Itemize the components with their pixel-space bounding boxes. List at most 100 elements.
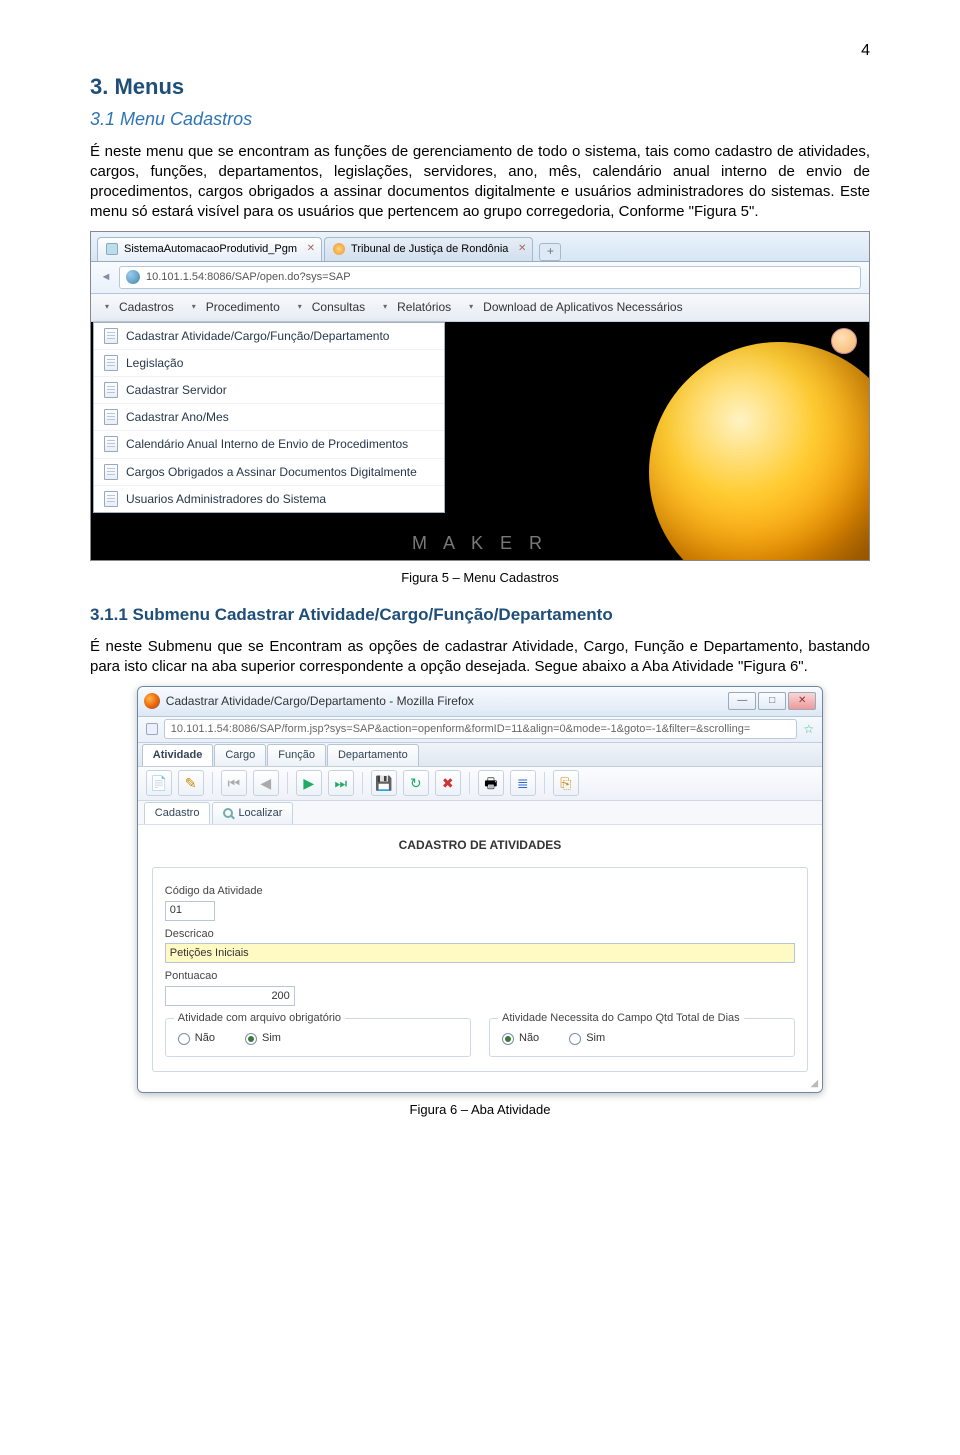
menu-download[interactable]: Download de Aplicativos Necessários <box>465 299 696 315</box>
dropdown-label: Calendário Anual Interno de Envio de Pro… <box>126 436 408 452</box>
toolbar-prev-icon[interactable]: ◀ <box>253 770 279 796</box>
globe-icon <box>126 270 140 284</box>
app-menubar: Cadastros Procedimento Consultas Relatór… <box>91 294 869 322</box>
dropdown-label: Cargos Obrigados a Assinar Documentos Di… <box>126 464 417 480</box>
app-stage: Cadastrar Atividade/Cargo/Função/Departa… <box>91 322 869 560</box>
radio-label: Não <box>519 1031 539 1046</box>
browser-tab-active[interactable]: SistemaAutomacaoProdutivid_Pgm ✕ <box>97 237 322 261</box>
maximize-button[interactable]: □ <box>758 692 786 710</box>
heading-submenu: 3.1.1 Submenu Cadastrar Atividade/Cargo/… <box>90 604 870 627</box>
toolbar-new-icon[interactable]: 📄 <box>146 770 172 796</box>
toolbar-exit-icon[interactable]: ⎘ <box>553 770 579 796</box>
dropdown-item[interactable]: Cadastrar Atividade/Cargo/Função/Departa… <box>94 323 444 350</box>
document-icon <box>104 409 118 425</box>
document-icon <box>104 382 118 398</box>
toolbar-separator <box>287 772 288 794</box>
input-descricao[interactable]: Petições Iniciais <box>165 943 795 963</box>
user-avatar-icon[interactable] <box>831 328 857 354</box>
radio-nao[interactable]: Não <box>178 1031 215 1046</box>
toolbar-separator <box>469 772 470 794</box>
toolbar-edit-icon[interactable]: ✎ <box>178 770 204 796</box>
input-pontuacao[interactable]: 200 <box>165 986 295 1006</box>
toolbar-separator <box>212 772 213 794</box>
label-pontuacao: Pontuacao <box>165 969 795 984</box>
radio-icon <box>502 1033 514 1045</box>
dropdown-item[interactable]: Cadastrar Servidor <box>94 377 444 404</box>
tab-title: SistemaAutomacaoProdutivid_Pgm <box>124 242 297 257</box>
close-icon[interactable]: ✕ <box>307 242 315 256</box>
group-legend: Atividade com arquivo obrigatório <box>174 1011 345 1026</box>
dropdown-label: Cadastrar Ano/Mes <box>126 409 229 425</box>
tab-favicon <box>333 243 345 255</box>
minimize-button[interactable]: — <box>728 692 756 710</box>
dropdown-item[interactable]: Calendário Anual Interno de Envio de Pro… <box>94 431 444 458</box>
radio-sim[interactable]: Sim <box>245 1031 281 1046</box>
watermark-text: M A K E R <box>412 531 548 555</box>
dropdown-item[interactable]: Cadastrar Ano/Mes <box>94 404 444 431</box>
menu-cadastros[interactable]: Cadastros <box>101 299 188 315</box>
radio-label: Sim <box>262 1031 281 1046</box>
form-fieldset: Código da Atividade 01 Descricao Petiçõe… <box>152 867 808 1072</box>
toolbar-refresh-icon[interactable]: ↻ <box>403 770 429 796</box>
tab-cargo[interactable]: Cargo <box>214 744 266 766</box>
document-icon <box>104 328 118 344</box>
page-number: 4 <box>90 40 870 62</box>
url-text: 10.101.1.54:8086/SAP/form.jsp?sys=SAP&ac… <box>171 722 750 737</box>
menu-consultas[interactable]: Consultas <box>294 299 379 315</box>
form-toolbar: 📄 ✎ ⏮ ◀ ▶ ⏭ 💾 ↻ ✖ 🖶 ≣ ⎘ <box>138 767 822 801</box>
dropdown-item[interactable]: Usuarios Administradores do Sistema <box>94 486 444 512</box>
toolbar-last-icon[interactable]: ⏭ <box>328 770 354 796</box>
subtab-cadastro[interactable]: Cadastro <box>144 802 211 824</box>
group-arquivo-obrigatorio: Atividade com arquivo obrigatório Não Si… <box>165 1018 471 1057</box>
menu-procedimento[interactable]: Procedimento <box>188 299 294 315</box>
radio-nao[interactable]: Não <box>502 1031 539 1046</box>
toolbar-first-icon[interactable]: ⏮ <box>221 770 247 796</box>
url-field[interactable]: 10.101.1.54:8086/SAP/open.do?sys=SAP <box>119 266 861 289</box>
tab-atividade[interactable]: Atividade <box>142 744 214 766</box>
url-text: 10.101.1.54:8086/SAP/open.do?sys=SAP <box>146 270 351 285</box>
close-icon[interactable]: ✕ <box>518 242 526 256</box>
dropdown-label: Usuarios Administradores do Sistema <box>126 491 326 507</box>
dropdown-label: Cadastrar Atividade/Cargo/Função/Departa… <box>126 328 389 344</box>
toolbar-print-icon[interactable]: 🖶 <box>478 770 504 796</box>
tab-funcao[interactable]: Função <box>267 744 326 766</box>
firefox-icon <box>144 693 160 709</box>
paragraph-2: É neste Submenu que se Encontram as opçõ… <box>90 637 870 678</box>
popup-url-field[interactable]: 10.101.1.54:8086/SAP/form.jsp?sys=SAP&ac… <box>164 719 798 740</box>
toolbar-next-icon[interactable]: ▶ <box>296 770 322 796</box>
input-codigo[interactable]: 01 <box>165 901 215 921</box>
new-tab-button[interactable]: + <box>539 243 561 261</box>
heading-menus: 3. Menus <box>90 72 870 102</box>
radio-icon <box>245 1033 257 1045</box>
subtab-label: Localizar <box>238 806 282 821</box>
group-legend: Atividade Necessita do Campo Qtd Total d… <box>498 1011 744 1026</box>
radio-label: Não <box>195 1031 215 1046</box>
radio-icon <box>569 1033 581 1045</box>
figure-6-caption: Figura 6 – Aba Atividade <box>90 1101 870 1119</box>
popup-address-bar: 10.101.1.54:8086/SAP/form.jsp?sys=SAP&ac… <box>138 717 822 743</box>
toolbar-separator <box>362 772 363 794</box>
back-icon[interactable]: ◄ <box>99 270 113 284</box>
resize-grip-icon[interactable]: ◢ <box>810 1077 818 1091</box>
menu-relatorios[interactable]: Relatórios <box>379 299 465 315</box>
document-icon <box>104 355 118 371</box>
toolbar-save-icon[interactable]: 💾 <box>371 770 397 796</box>
dropdown-item[interactable]: Legislação <box>94 350 444 377</box>
browser-tab-inactive[interactable]: Tribunal de Justiça de Rondônia ✕ <box>324 237 533 261</box>
subtab-localizar[interactable]: Localizar <box>212 802 293 824</box>
cadastros-dropdown: Cadastrar Atividade/Cargo/Função/Departa… <box>93 322 445 513</box>
toolbar-delete-icon[interactable]: ✖ <box>435 770 461 796</box>
tab-departamento[interactable]: Departamento <box>327 744 419 766</box>
document-icon <box>104 491 118 507</box>
toolbar-log-icon[interactable]: ≣ <box>510 770 536 796</box>
window-title: Cadastrar Atividade/Cargo/Departamento -… <box>166 693 474 709</box>
radio-label: Sim <box>586 1031 605 1046</box>
radio-sim[interactable]: Sim <box>569 1031 605 1046</box>
bookmark-star-icon[interactable]: ☆ <box>803 721 814 737</box>
form-title: CADASTRO DE ATIVIDADES <box>152 837 808 853</box>
close-button[interactable]: ✕ <box>788 692 816 710</box>
tab-title: Tribunal de Justiça de Rondônia <box>351 242 508 257</box>
dropdown-item[interactable]: Cargos Obrigados a Assinar Documentos Di… <box>94 459 444 486</box>
figure-5-screenshot: SistemaAutomacaoProdutivid_Pgm ✕ Tribuna… <box>90 231 870 561</box>
browser-tab-strip: SistemaAutomacaoProdutivid_Pgm ✕ Tribuna… <box>91 232 869 262</box>
